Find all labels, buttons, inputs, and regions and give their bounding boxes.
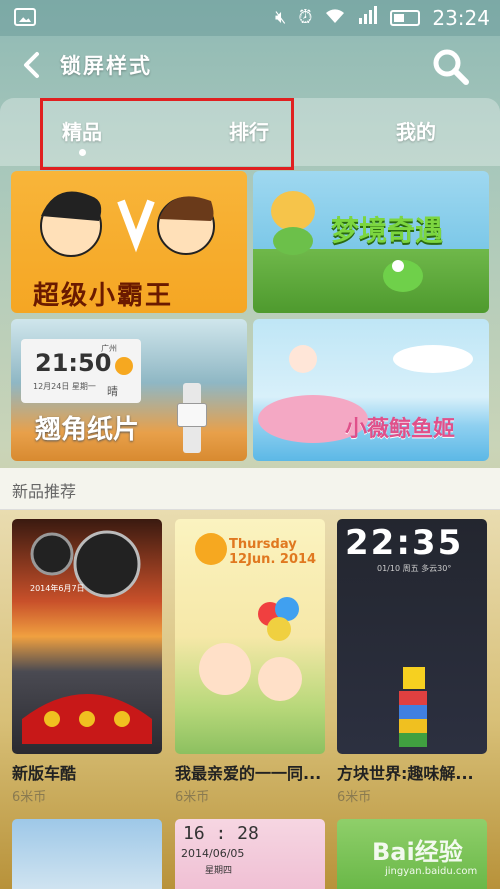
status-bar: 🔇︎ ⏰︎ 23:24 xyxy=(0,0,500,36)
theme-card[interactable]: 16 : 28 2014/06/05 星期四 xyxy=(175,819,325,889)
banner-label: 翘角纸片 xyxy=(35,415,140,445)
highlight-box xyxy=(40,98,294,170)
pixel-character xyxy=(403,667,425,689)
card-price: 6米币 xyxy=(12,790,47,805)
block-stack xyxy=(399,691,427,747)
battery-icon xyxy=(390,10,421,26)
watermark-logo: Bai经验 xyxy=(372,838,463,866)
card-art-text: 2014年6月7日 xyxy=(30,584,85,593)
gallery-notification-icon xyxy=(14,8,36,26)
signal-icon xyxy=(358,5,378,31)
alarm-icon: ⏰︎ xyxy=(298,7,313,28)
banner-label: 超级小霸王 xyxy=(33,281,174,311)
widget-clock: 21:50 xyxy=(35,349,112,377)
card-art-text: Thursday 12Jun. 2014 xyxy=(229,537,317,567)
card-art-sub: 2014/06/05 xyxy=(181,847,245,860)
banner-super-bully[interactable]: 超级小霸王 xyxy=(11,171,247,313)
widget-date: 12月24日 星期一 xyxy=(33,382,96,391)
banner-curled-paper[interactable]: 21:50 12月24日 星期一 广州 晴 翘角纸片 xyxy=(11,319,247,461)
sun-icon xyxy=(115,357,133,375)
banner-whale-princess[interactable]: 小薇鲸鱼姬 xyxy=(253,319,489,461)
section-title: 新品推荐 xyxy=(12,482,77,501)
watermark-url: jingyan.baidu.com xyxy=(385,866,478,877)
tab-mine[interactable]: 我的 xyxy=(396,116,436,145)
page-title: 锁屏样式 xyxy=(60,54,152,78)
status-time: 23:24 xyxy=(432,6,490,30)
card-price: 6米币 xyxy=(175,790,210,805)
search-icon[interactable] xyxy=(432,48,470,86)
banner-label: 梦境奇遇 xyxy=(331,214,444,247)
mute-icon: 🔇︎ xyxy=(274,7,287,28)
card-art-sub: 星期四 xyxy=(205,866,233,876)
theme-card-block-world[interactable]: 22:35 01/10 周五 多云30° xyxy=(337,519,487,754)
wifi-icon xyxy=(324,6,346,31)
card-name[interactable]: 我最亲爱的一一同... xyxy=(175,760,327,784)
card-name[interactable]: 新版车酷 xyxy=(12,760,164,784)
clock-widget: 21:50 12月24日 星期一 广州 晴 xyxy=(21,339,141,403)
theme-card-car[interactable]: 2014年6月7日 xyxy=(12,519,162,754)
section-header: 新品推荐 xyxy=(0,468,500,510)
lock-icon xyxy=(177,403,207,427)
card-art-text: 16 : 28 xyxy=(183,823,259,844)
card-name[interactable]: 方块世界:趣味解... xyxy=(337,760,489,784)
card-art xyxy=(22,530,152,744)
card-art-text: 22:35 xyxy=(345,523,464,563)
theme-card-dearest[interactable]: Thursday 12Jun. 2014 xyxy=(175,519,325,754)
back-icon[interactable] xyxy=(18,50,48,80)
banner-dream-adventure[interactable]: 梦境奇遇 xyxy=(253,171,489,313)
theme-card[interactable] xyxy=(12,819,162,889)
widget-weather: 晴 xyxy=(107,385,118,398)
app-header: 锁屏样式 xyxy=(0,36,500,96)
banner-label: 小薇鲸鱼姬 xyxy=(345,417,456,442)
widget-city: 广州 xyxy=(101,344,117,353)
card-art-sub: 01/10 周五 多云30° xyxy=(377,564,452,573)
card-price: 6米币 xyxy=(337,790,372,805)
